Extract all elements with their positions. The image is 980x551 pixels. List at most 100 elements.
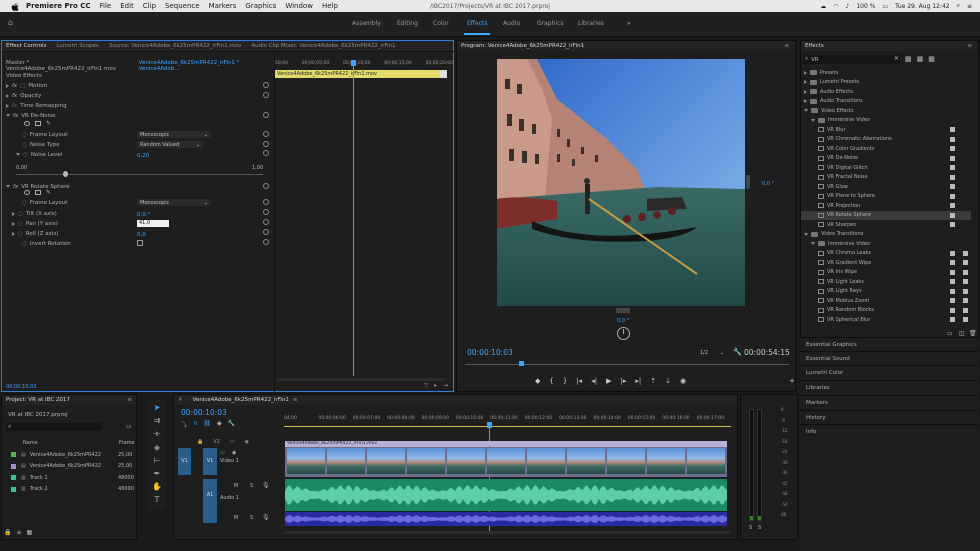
label-color-swatch[interactable] [11, 486, 16, 492]
expand-tilt-icon[interactable] [12, 211, 15, 216]
label-color-swatch[interactable] [11, 463, 16, 469]
32bit-effects-icon[interactable]: ▦ [917, 55, 924, 63]
list-view-icon[interactable]: ≡ [16, 529, 21, 536]
audio-clip-2[interactable] [285, 512, 727, 526]
reset-vr-denoise-icon[interactable] [263, 112, 269, 118]
track-select-tool-icon[interactable]: ⇉ [154, 416, 161, 425]
track-target-v1[interactable]: V1 [203, 448, 217, 475]
delete-icon[interactable]: 🗑 [969, 330, 977, 337]
program-timecode[interactable]: 00:00:10:03 [467, 348, 513, 357]
column-name-header[interactable]: Name [23, 440, 38, 446]
solo-button[interactable]: S [749, 525, 752, 531]
collapse-icon[interactable] [804, 109, 808, 113]
project-item[interactable]: ▤ Venice4Adobe_6k25mPR422 25,00 [2, 461, 138, 472]
rect-mask-icon[interactable] [35, 121, 41, 126]
video-clip[interactable]: Venice4Adobe_6k25mPR422_irFin1.mov [285, 441, 727, 477]
app-menu[interactable]: Premiere Pro CC [26, 2, 91, 10]
reset-param-icon[interactable] [263, 150, 269, 156]
apple-logo-icon[interactable] [10, 2, 20, 11]
menu-clip[interactable]: Clip [143, 2, 156, 10]
menu-edit[interactable]: Edit [120, 2, 134, 10]
stopwatch-icon[interactable]: ◌ [22, 241, 27, 247]
invert-rotation-checkbox[interactable] [137, 240, 143, 246]
clip-end-handle[interactable] [440, 70, 447, 78]
effect-item[interactable]: VR Blur [801, 125, 971, 135]
rect-mask-icon[interactable] [35, 190, 41, 195]
effect-item[interactable]: VR Digital Glitch [801, 163, 971, 173]
ellipse-mask-icon[interactable] [24, 121, 30, 126]
yuv-effects-icon[interactable]: ▦ [928, 55, 935, 63]
selection-tool-icon[interactable]: ➤ [154, 403, 161, 412]
snap-icon[interactable]: ∩ [193, 420, 197, 429]
history-tab[interactable]: History [800, 410, 978, 424]
workspace-editing[interactable]: Editing [397, 20, 418, 27]
menu-list-icon[interactable]: ≡ [967, 3, 972, 10]
effects-folder[interactable]: Audio Effects [801, 87, 971, 97]
lumetri-color-tab[interactable]: Lumetri Color [800, 365, 978, 379]
noise-level-slider-handle[interactable] [63, 171, 68, 177]
pen-mask-icon[interactable]: ✎ [46, 121, 51, 127]
timeline-scrollbar[interactable] [284, 531, 730, 534]
menu-file[interactable]: File [100, 2, 112, 10]
panel-menu-icon[interactable]: ≡ [784, 43, 789, 49]
stopwatch-icon[interactable]: ◌ [22, 142, 27, 148]
info-tab[interactable]: Info [800, 424, 978, 438]
wifi-icon[interactable]: ◠ [833, 3, 838, 10]
search-icon[interactable]: ⌕ [957, 2, 960, 10]
program-monitor-title[interactable]: Program: Venice4Adobe_6k25mPR422_irFin1 [461, 43, 584, 49]
reset-param-icon[interactable] [263, 131, 269, 137]
menu-sequence[interactable]: Sequence [165, 2, 200, 10]
expand-icon[interactable] [804, 80, 807, 85]
ripple-edit-tool-icon[interactable]: ⟛ [153, 429, 160, 439]
collapse-icon[interactable] [811, 118, 815, 122]
pen-tool-icon[interactable]: ✒ [154, 469, 161, 478]
hand-tool-icon[interactable]: ✋ [152, 482, 162, 491]
program-scrubber[interactable] [465, 364, 789, 365]
opacity-effect-label[interactable]: Opacity [20, 93, 41, 99]
razor-tool-icon[interactable]: ◈ [154, 443, 160, 452]
effect-item[interactable]: VR Light Leaks [801, 277, 971, 287]
lift-icon[interactable]: ⇡ [650, 377, 656, 385]
reset-param-icon[interactable] [263, 141, 269, 147]
project-item[interactable]: ▥ Track 1 48000 [2, 472, 138, 483]
vr-orientation-dial[interactable] [617, 327, 630, 340]
effect-item[interactable]: VR Iris Wipe [801, 268, 971, 278]
effects-panel-title[interactable]: Effects [805, 43, 824, 49]
collapse-icon[interactable] [804, 232, 808, 236]
stopwatch-icon[interactable]: ◌ [18, 221, 23, 227]
effects-folder[interactable]: Presets [801, 68, 971, 78]
effect-item[interactable]: VR Glow [801, 182, 971, 192]
reset-vr-rotate-icon[interactable] [263, 183, 269, 189]
label-color-swatch[interactable] [11, 475, 16, 480]
effect-item[interactable]: VR Chroma Leaks [801, 249, 971, 259]
effect-controls-timecode[interactable]: 00;00;10;03 [6, 384, 37, 390]
reset-param-icon[interactable] [263, 209, 269, 215]
project-search-field[interactable]: ⌕ [6, 423, 102, 431]
audio-clip[interactable] [285, 479, 727, 511]
zoom-dropdown[interactable]: 1/2 ⌄ [697, 349, 727, 356]
program-playhead[interactable] [519, 361, 524, 366]
workspace-color[interactable]: Color [433, 20, 449, 27]
effect-item[interactable]: VR Sharpen [801, 220, 971, 230]
workspace-audio[interactable]: Audio [503, 20, 520, 27]
effect-item[interactable]: VR Fractal Noise [801, 173, 971, 183]
expand-opacity-icon[interactable] [6, 93, 9, 98]
source-patch-v1[interactable]: V1 [178, 448, 191, 475]
effect-item[interactable]: VR De-Noise [801, 154, 971, 164]
slip-tool-icon[interactable]: ⊢ [154, 456, 161, 465]
step-back-icon[interactable]: ◂| [591, 377, 597, 385]
solo-button[interactable]: S [250, 515, 253, 521]
pan-value-input[interactable]: 41,0 [137, 220, 169, 227]
reset-param-icon[interactable] [263, 239, 269, 245]
panel-menu-icon[interactable]: ≡ [967, 43, 972, 49]
expand-roll-icon[interactable] [12, 231, 15, 236]
effect-item[interactable]: VR Color Gradients [801, 144, 971, 154]
tilt-value[interactable]: 0,0 ° [137, 212, 150, 218]
microphone-icon[interactable]: 🎙 [262, 482, 270, 489]
column-frame-header[interactable]: Frame [119, 440, 135, 446]
add-button-icon[interactable]: + [789, 377, 795, 385]
fx-badge-icon[interactable]: fx [13, 184, 18, 190]
fx-badge-icon[interactable]: fx [12, 83, 17, 89]
essential-sound-tab[interactable]: Essential Sound [800, 351, 978, 365]
tab-audio-clip-mixer[interactable]: Audio Clip Mixer: Venice4Adobe_6k25mPR42… [251, 43, 395, 49]
